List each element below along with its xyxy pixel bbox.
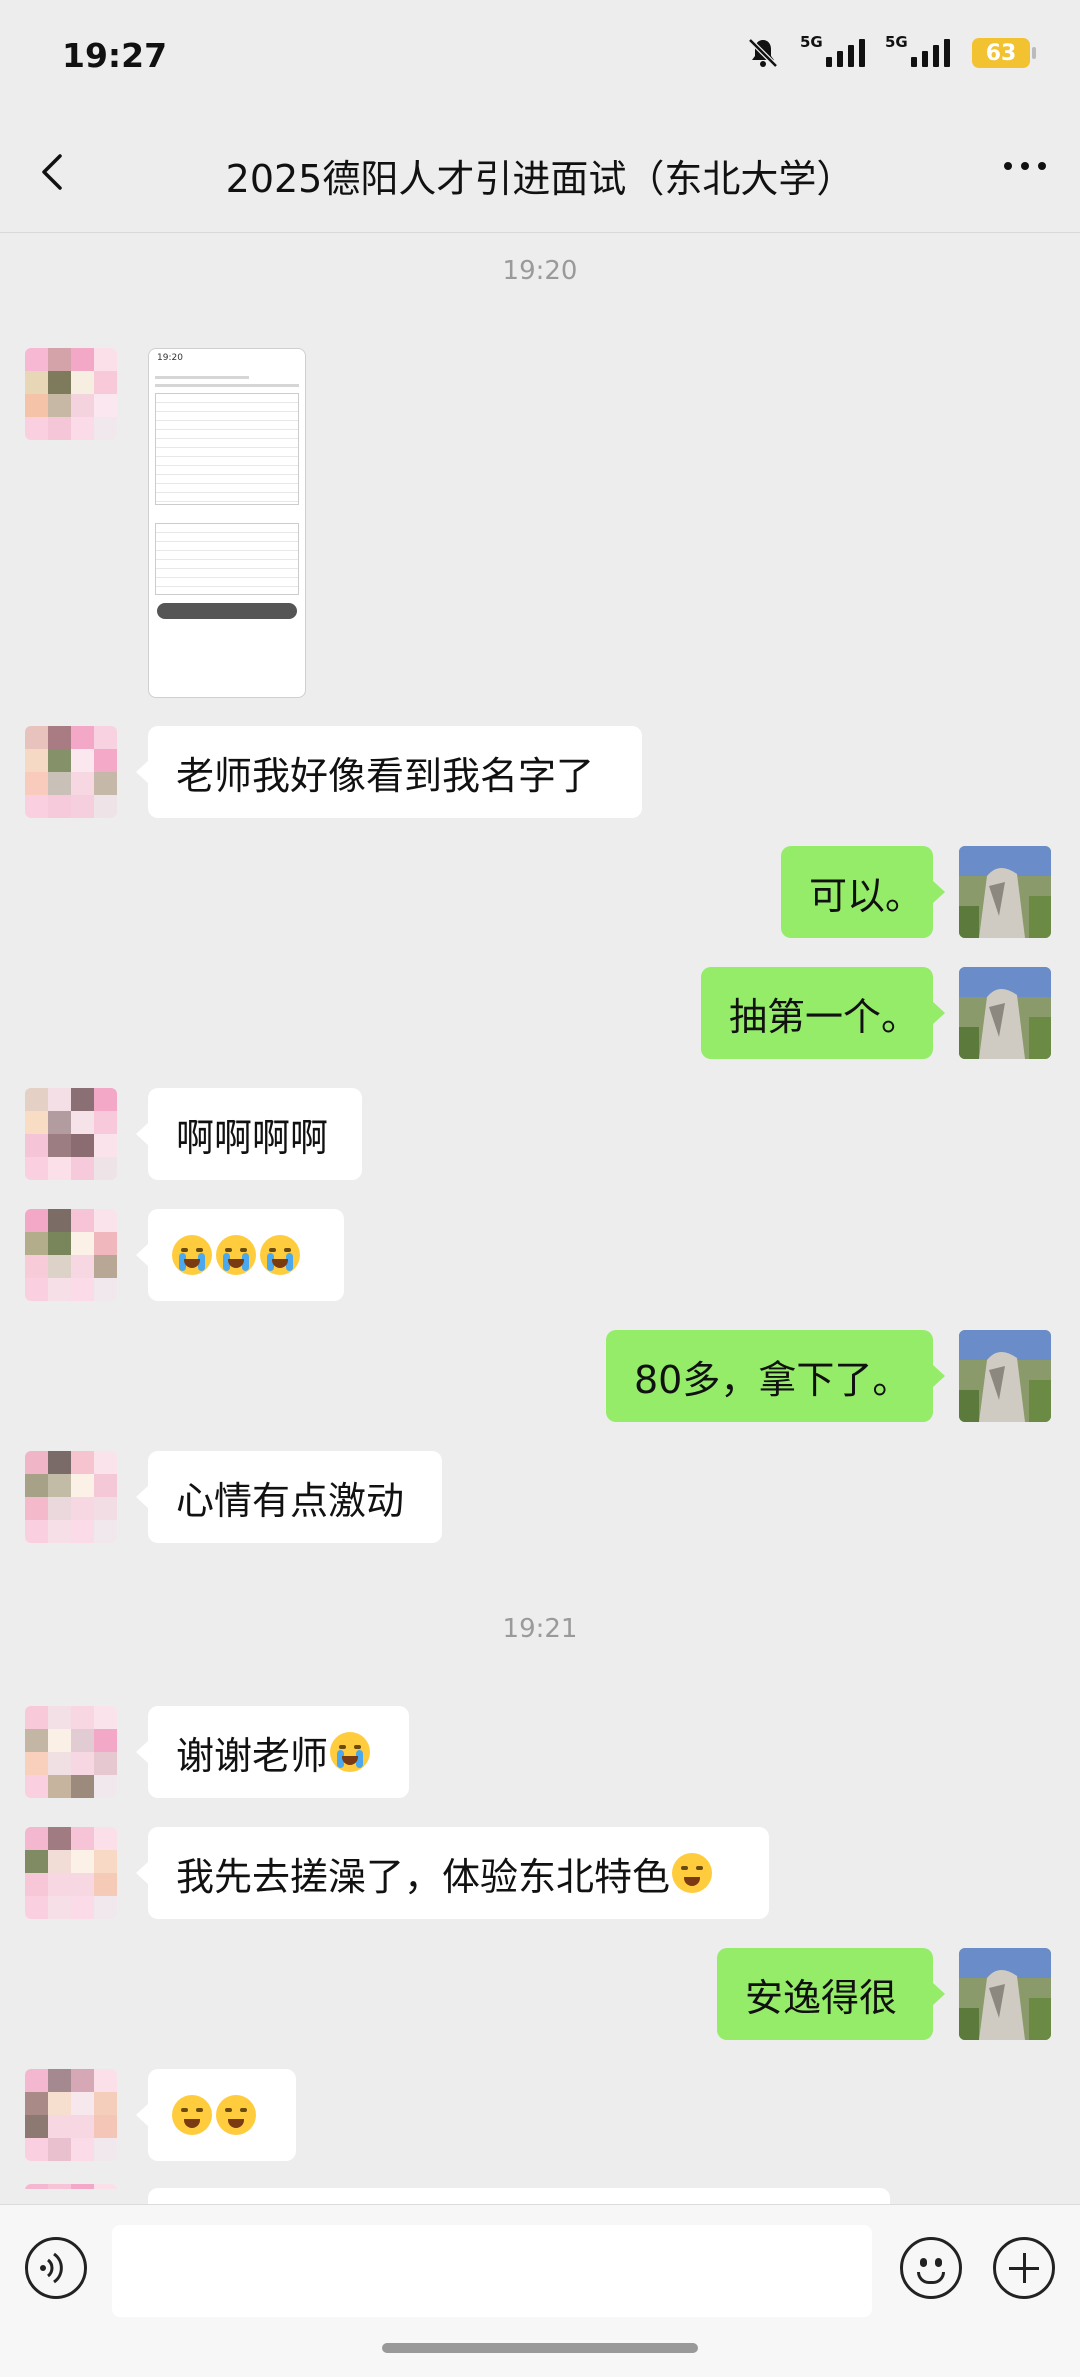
message-text: 老师我好像看到我名字了 [176, 753, 595, 798]
avatar[interactable] [25, 2069, 117, 2161]
loudly-crying-face-icon [260, 1235, 300, 1275]
avatar[interactable] [25, 726, 117, 818]
timestamp: 19:21 [502, 1614, 578, 1644]
plus-icon[interactable] [993, 2237, 1055, 2299]
my-avatar[interactable] [959, 1330, 1051, 1422]
battery-icon: 63 [972, 38, 1036, 68]
message-bubble[interactable] [136, 1209, 344, 1301]
loudly-crying-face-icon [172, 1235, 212, 1275]
message-text: 心情有点激动 [176, 1478, 405, 1523]
message-bubble[interactable]: 安逸得很 [717, 1948, 945, 2040]
avatar[interactable] [25, 2184, 117, 2204]
my-avatar[interactable] [959, 1948, 1051, 2040]
message-bubble[interactable]: 我先去搓澡了，体验东北特色 [136, 1827, 769, 1919]
timestamp: 19:20 [502, 256, 578, 286]
message-bubble[interactable]: 80多，拿下了。 [606, 1330, 945, 1422]
tears-of-joy-face-icon [672, 1853, 713, 1893]
avatar[interactable] [25, 1827, 117, 1919]
message-bubble[interactable]: 啊啊啊啊 [136, 1088, 362, 1180]
table-preview [155, 393, 299, 505]
status-time: 19:27 [62, 36, 168, 75]
more-dots-icon[interactable] [1004, 162, 1046, 170]
url-bar [157, 603, 297, 619]
chat-header: 2025德阳人才引进面试（东北大学） [0, 110, 1080, 233]
avatar[interactable] [25, 348, 117, 440]
status-icons: 5G 5G 63 [746, 33, 1036, 70]
voice-icon[interactable] [25, 2237, 87, 2299]
avatar[interactable] [25, 1209, 117, 1301]
status-bar: 19:27 5G 5G 63 [0, 0, 1080, 110]
home-indicator[interactable] [382, 2343, 698, 2353]
back-arrow-icon[interactable] [32, 150, 76, 194]
message-bubble[interactable] [136, 2069, 296, 2161]
message-text: 可以。 [809, 873, 924, 918]
message-bubble[interactable]: 老师我好像看到我名字了 [136, 726, 642, 818]
message-bubble[interactable]: 心情有点激动 [136, 1451, 442, 1543]
shared-image[interactable]: 19:20 [148, 348, 306, 698]
message-text: 啊啊啊啊 [176, 1115, 329, 1160]
message-text: 安逸得很 [745, 1975, 898, 2020]
signal-icon: 5G [800, 33, 865, 67]
loudly-crying-face-icon [330, 1732, 371, 1772]
avatar[interactable] [25, 1088, 117, 1180]
thumbnail-status-time: 19:20 [157, 353, 183, 363]
tears-of-joy-face-icon [172, 2095, 212, 2135]
my-avatar[interactable] [959, 967, 1051, 1059]
message-bubble[interactable]: 可以。 [781, 846, 945, 938]
avatar[interactable] [25, 1706, 117, 1798]
my-avatar[interactable] [959, 846, 1051, 938]
message-text: 谢谢老师 [176, 1733, 329, 1778]
loudly-crying-face-icon [216, 1235, 256, 1275]
avatar[interactable] [25, 1451, 117, 1543]
network-label: 5G [885, 33, 908, 51]
message-bubble[interactable] [136, 2188, 890, 2246]
chat-title: 2025德阳人才引进面试（东北大学） [225, 157, 855, 201]
message-input[interactable] [112, 2225, 872, 2317]
signal-icon: 5G [885, 33, 950, 67]
emoji-icon[interactable] [900, 2237, 962, 2299]
message-text: 抽第一个。 [729, 994, 920, 1039]
network-label: 5G [800, 33, 823, 51]
tears-of-joy-face-icon [216, 2095, 256, 2135]
message-text: 我先去搓澡了，体验东北特色 [176, 1854, 671, 1899]
message-bubble[interactable]: 谢谢老师 [136, 1706, 409, 1798]
message-bubble[interactable]: 抽第一个。 [701, 967, 945, 1059]
table-preview [155, 523, 299, 595]
message-text: 80多，拿下了。 [634, 1357, 911, 1402]
bell-off-icon [748, 38, 778, 68]
